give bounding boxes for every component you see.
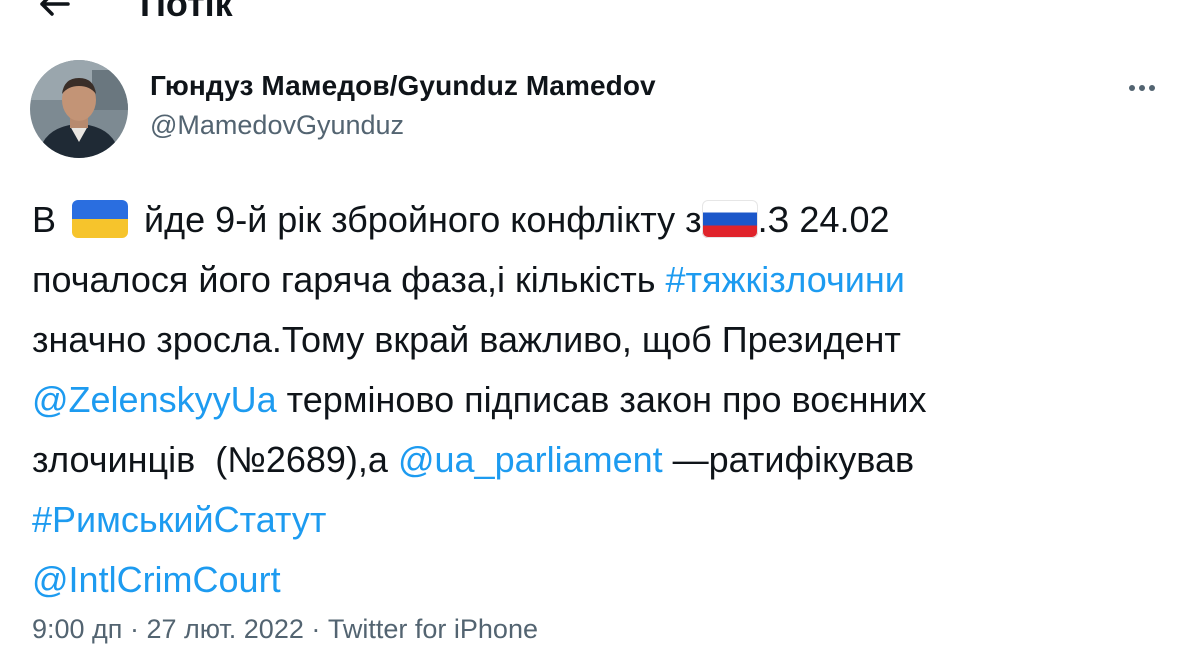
tweet-date[interactable]: 27 лют. 2022 [146, 614, 303, 644]
tweet-text: В йде 9-й рік збройного конфлікту з .З 24… [32, 190, 1182, 610]
tweet-meta: 9:00 дп · 27 лют. 2022 · Twitter for iPh… [32, 614, 538, 645]
hashtag-link[interactable]: #РимськийСтатут [32, 490, 1182, 550]
avatar-photo [30, 60, 128, 158]
user-handle[interactable]: @MamedovGyunduz [150, 110, 404, 141]
meta-separator: · [129, 614, 139, 644]
tweet-line: значно зросла.Тому вкрай важливо, щоб Пр… [32, 319, 901, 360]
russia-flag-icon [701, 200, 758, 238]
meta-separator: · [311, 614, 321, 644]
mention-link[interactable]: @ua_parliament [398, 439, 663, 480]
tweet-line: В йде 9-й рік збройного конфлікту з .З 24… [32, 199, 890, 240]
mention-link[interactable]: @IntlCrimCourt [32, 550, 1182, 610]
mention-link[interactable]: @ZelenskyyUa [32, 379, 277, 420]
more-options-button[interactable] [1120, 76, 1164, 100]
arrow-left-icon [40, 0, 70, 16]
hashtag-link[interactable]: #тяжкізлочини [665, 259, 904, 300]
avatar[interactable] [30, 60, 128, 158]
page-title: Потік [140, 0, 233, 24]
ukraine-flag-icon [72, 200, 129, 238]
more-horizontal-icon [1129, 85, 1135, 91]
top-bar: Потік [0, 0, 1194, 28]
back-button[interactable] [34, 0, 74, 18]
more-horizontal-icon [1149, 85, 1155, 91]
display-name[interactable]: Гюндуз Мамедов/Gyunduz Mamedov [150, 70, 656, 102]
tweet-source[interactable]: Twitter for iPhone [328, 614, 538, 644]
tweet-time[interactable]: 9:00 дп [32, 614, 122, 644]
tweet-line: @ZelenskyyUa терміново підписав закон пр… [32, 379, 927, 420]
tweet-line: почалося його гаряча фаза,і кількість #т… [32, 259, 905, 300]
more-horizontal-icon [1139, 85, 1145, 91]
tweet-line: злочинців (№2689),а @ua_parliament —рати… [32, 439, 915, 480]
